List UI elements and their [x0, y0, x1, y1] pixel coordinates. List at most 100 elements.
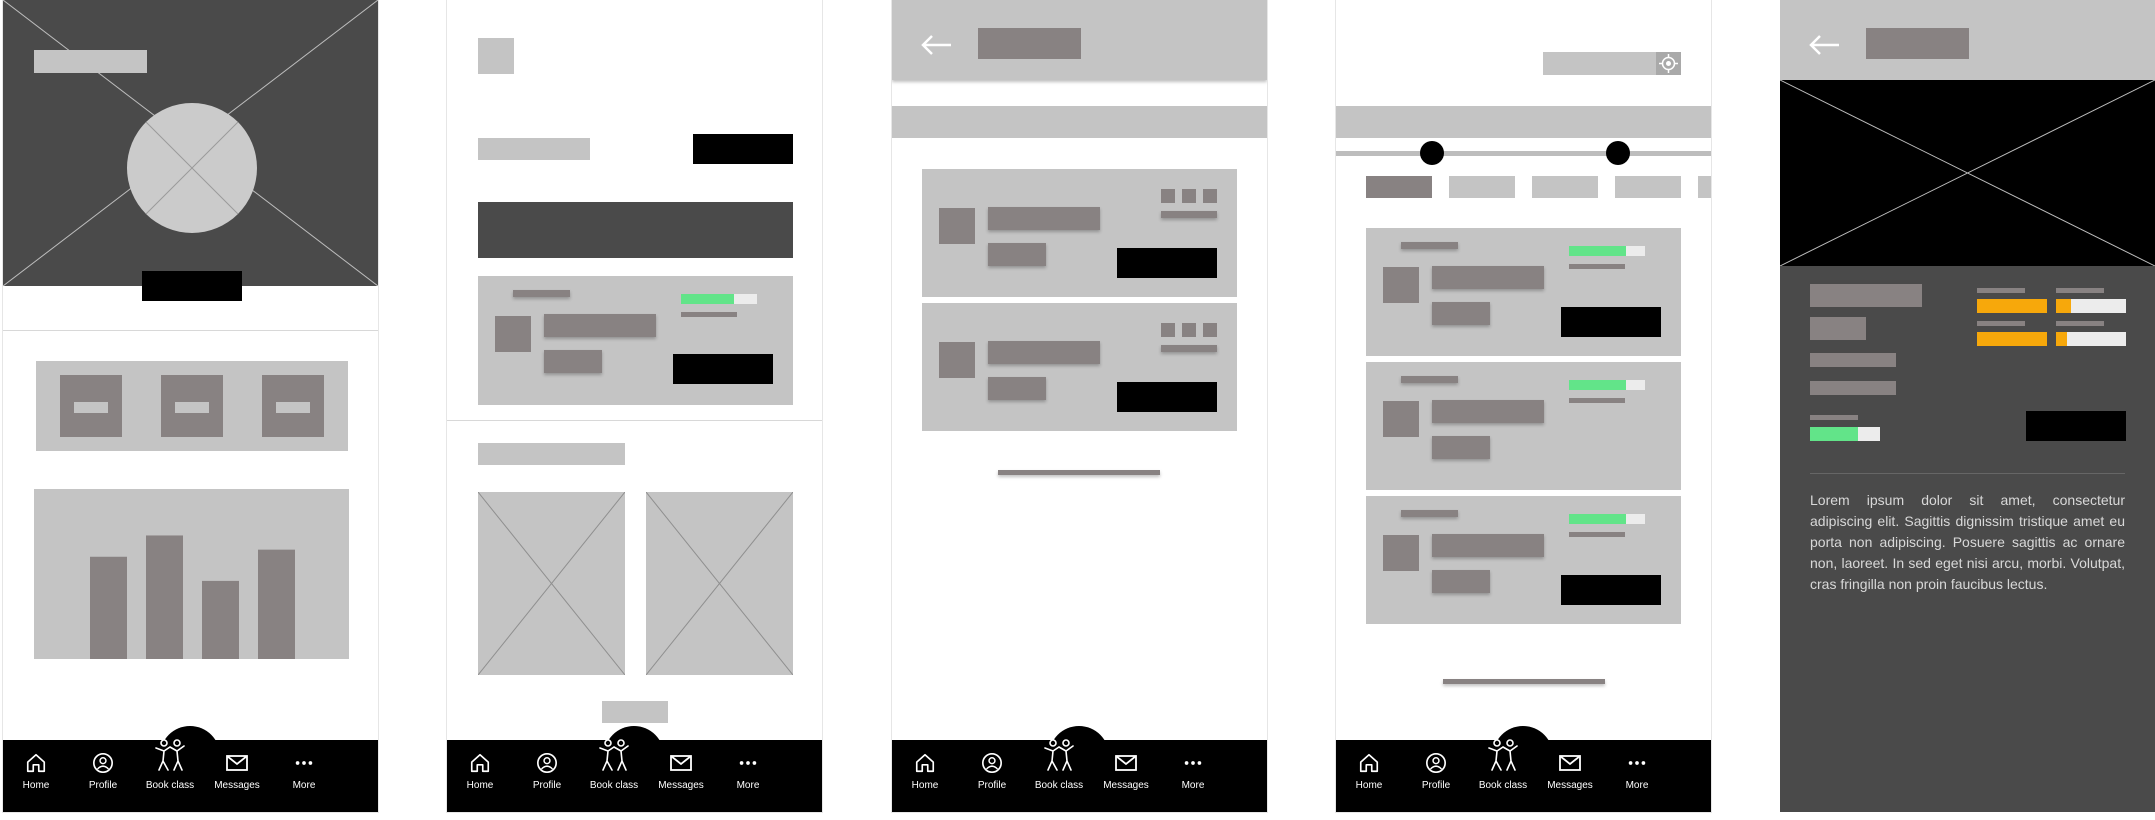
nav-label: Home — [466, 780, 494, 791]
image-placeholder-icon — [1780, 80, 2155, 266]
schedule-card[interactable] — [1366, 362, 1681, 490]
nav-item-messages[interactable]: Messages — [1092, 752, 1160, 791]
progress-caption — [1569, 264, 1625, 269]
profile-icon — [958, 752, 1026, 774]
screen-title-placeholder — [1866, 28, 1969, 59]
back-arrow-icon[interactable] — [920, 34, 952, 56]
join-class-button[interactable] — [2026, 411, 2126, 441]
hero-cta-button[interactable] — [142, 271, 242, 301]
quick-action-3[interactable] — [262, 375, 324, 437]
image-placeholder-icon — [646, 492, 793, 675]
nav-item-book-class[interactable]: Book class — [580, 736, 648, 791]
nav-item-messages[interactable]: Messages — [647, 752, 715, 791]
nav-item-home[interactable]: Home — [447, 752, 514, 791]
nav-item-book-class[interactable]: Book class — [1025, 736, 1093, 791]
progress-caption — [681, 312, 737, 317]
detail-subtitle-placeholder — [1810, 317, 1866, 340]
chart-bar — [258, 549, 295, 659]
nav-item-profile[interactable]: Profile — [513, 752, 581, 791]
screen-title-placeholder — [978, 28, 1081, 59]
progress-bar-fill — [1569, 380, 1626, 390]
class-list-screen: Home Profile Book class Messages More — [447, 0, 822, 812]
schedule-filter-screen: Home Profile Book class Messages More — [1336, 0, 1711, 812]
progress-bar — [1569, 246, 1645, 256]
top-app-bar — [1780, 0, 2155, 80]
nav-item-profile[interactable]: Profile — [958, 752, 1026, 791]
nav-item-home[interactable]: Home — [892, 752, 959, 791]
card-subtitle-placeholder — [544, 350, 602, 373]
progress-bar — [1569, 514, 1645, 524]
stat-bar-fill — [1977, 332, 2047, 346]
tab[interactable] — [1615, 176, 1681, 198]
stat-bar — [1977, 299, 2047, 313]
section-divider — [3, 330, 378, 331]
profile-icon — [69, 752, 137, 774]
nav-item-home[interactable]: Home — [1336, 752, 1403, 791]
nav-label: More — [736, 780, 760, 791]
location-search-input[interactable] — [1543, 52, 1656, 75]
tab[interactable] — [1449, 176, 1515, 198]
nav-item-more[interactable]: More — [1159, 752, 1227, 791]
book-button[interactable] — [1117, 248, 1217, 278]
messages-icon — [203, 752, 271, 774]
tab-active[interactable] — [1366, 176, 1432, 198]
range-slider-handle-right[interactable] — [1606, 141, 1630, 165]
bar-chart-card — [34, 489, 349, 659]
search-bar[interactable] — [478, 202, 793, 258]
tab[interactable] — [1698, 176, 1711, 198]
card-tag — [513, 290, 570, 297]
bottom-nav: Home Profile Book class Messages More — [3, 726, 378, 812]
avatar-placeholder[interactable] — [127, 103, 257, 233]
home-icon — [3, 752, 70, 774]
card-dot — [1161, 323, 1175, 337]
section-divider — [1810, 473, 2125, 474]
date-header-bar — [1336, 106, 1711, 138]
class-card[interactable] — [478, 276, 793, 405]
booking-card[interactable] — [922, 169, 1237, 297]
schedule-card[interactable] — [1366, 228, 1681, 356]
nav-item-profile[interactable]: Profile — [69, 752, 137, 791]
primary-action-button[interactable] — [693, 134, 793, 164]
book-button[interactable] — [673, 354, 773, 384]
nav-item-more[interactable]: More — [1603, 752, 1671, 791]
quick-action-1[interactable] — [60, 375, 122, 437]
schedule-card[interactable] — [1366, 496, 1681, 624]
bottom-nav: Home Profile Book class Messages More — [447, 726, 822, 812]
card-dot — [1203, 323, 1217, 337]
nav-label: Home — [22, 780, 50, 791]
nav-item-book-class[interactable]: Book class — [1469, 736, 1537, 791]
nav-label: More — [1625, 780, 1649, 791]
nav-item-messages[interactable]: Messages — [1536, 752, 1604, 791]
card-title-placeholder — [544, 314, 656, 337]
stat-bar-fill — [1977, 299, 2047, 313]
video-placeholder[interactable] — [1780, 80, 2155, 266]
nav-item-messages[interactable]: Messages — [203, 752, 271, 791]
nav-item-more[interactable]: More — [270, 752, 338, 791]
back-arrow-icon[interactable] — [1808, 34, 1840, 56]
tab[interactable] — [1532, 176, 1598, 198]
see-more-link[interactable] — [602, 701, 668, 723]
stat-caption — [1977, 288, 2025, 293]
nav-label: More — [292, 780, 316, 791]
nav-item-profile[interactable]: Profile — [1402, 752, 1470, 791]
section-title-placeholder — [478, 138, 590, 160]
gallery-image-2[interactable] — [646, 492, 793, 675]
messages-icon — [1536, 752, 1604, 774]
nav-label: Profile — [1421, 780, 1451, 791]
book-button[interactable] — [1561, 307, 1661, 337]
filter-bar[interactable] — [892, 106, 1267, 138]
range-slider-handle-left[interactable] — [1420, 141, 1444, 165]
nav-label: Messages — [214, 780, 260, 791]
quick-action-2[interactable] — [161, 375, 223, 437]
nav-item-home[interactable]: Home — [3, 752, 70, 791]
book-button[interactable] — [1561, 575, 1661, 605]
range-slider-track[interactable] — [1336, 151, 1711, 156]
nav-item-book-class[interactable]: Book class — [136, 736, 204, 791]
nav-item-more[interactable]: More — [714, 752, 782, 791]
gallery-image-1[interactable] — [478, 492, 625, 675]
home-indicator — [1443, 679, 1605, 684]
more-icon — [714, 752, 782, 774]
book-button[interactable] — [1117, 382, 1217, 412]
location-button[interactable] — [1656, 52, 1681, 75]
booking-card[interactable] — [922, 303, 1237, 431]
